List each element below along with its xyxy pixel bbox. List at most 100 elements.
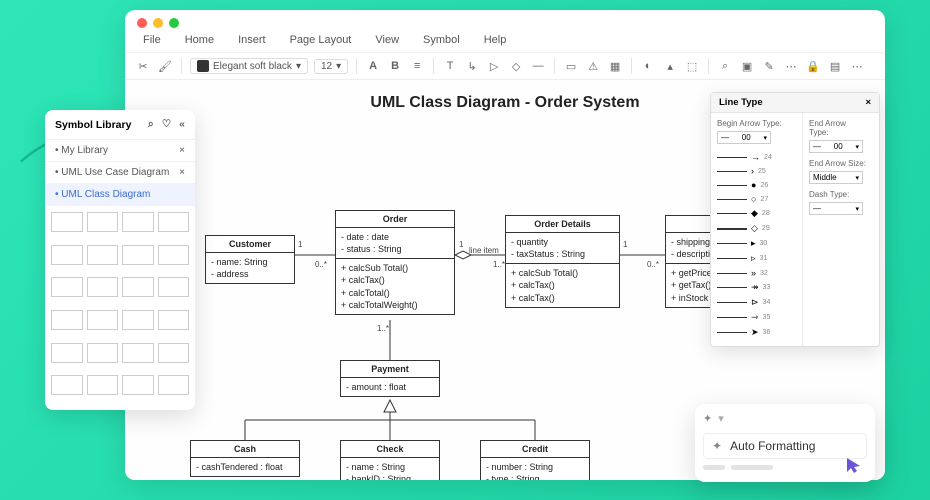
arrow-style-option[interactable]: ●26: [717, 178, 796, 192]
image-tool-icon[interactable]: ▭: [563, 60, 579, 73]
cut-icon[interactable]: ✂: [135, 60, 151, 73]
library-item-uml-class[interactable]: • UML Class Diagram: [45, 184, 195, 206]
library-item-my-library[interactable]: • My Library ×: [45, 140, 195, 162]
bold-icon[interactable]: B: [387, 60, 403, 72]
arrow-style-option[interactable]: ⊳34: [717, 295, 796, 310]
end-arrow-size-label: End Arrow Size:: [809, 159, 867, 168]
window-controls: [125, 10, 885, 32]
connector-tool-icon[interactable]: ↳: [464, 60, 480, 73]
close-window-button[interactable]: [137, 18, 147, 28]
shape-thumbnail[interactable]: [158, 310, 190, 330]
arrow-style-option[interactable]: ↠33: [717, 280, 796, 295]
shape-thumbnail[interactable]: [122, 212, 154, 232]
shape-thumbnail[interactable]: [51, 375, 83, 395]
menu-home[interactable]: Home: [185, 34, 214, 46]
arrow-style-option[interactable]: ▹31: [717, 251, 796, 266]
uml-class-credit[interactable]: Credit - number : String - type : String…: [480, 440, 590, 480]
uml-class-check[interactable]: Check - name : String - bankID : String …: [340, 440, 440, 480]
search-icon[interactable]: ⌕: [148, 118, 154, 131]
shape-thumbnail[interactable]: [87, 375, 119, 395]
library-item-uml-use-case[interactable]: • UML Use Case Diagram ×: [45, 162, 195, 184]
skeleton-bars: [703, 465, 867, 470]
shape-thumbnail[interactable]: [158, 277, 190, 297]
theme-dropdown[interactable]: Elegant soft black ▾: [190, 58, 308, 74]
shape-thumbnail[interactable]: [87, 277, 119, 297]
menu-help[interactable]: Help: [484, 34, 507, 46]
menu-page-layout[interactable]: Page Layout: [290, 34, 352, 46]
end-arrow-size-dropdown[interactable]: Middle▾: [809, 171, 863, 184]
shape-thumbnail[interactable]: [122, 245, 154, 265]
format-painter-icon[interactable]: 🖌: [157, 60, 173, 73]
begin-arrow-dropdown[interactable]: —00▾: [717, 131, 771, 144]
shape-thumbnail[interactable]: [158, 212, 190, 232]
end-arrow-dropdown[interactable]: —00▾: [809, 140, 863, 153]
arrow-style-option[interactable]: ○27: [717, 192, 796, 206]
close-icon[interactable]: ×: [179, 145, 185, 156]
lock-icon[interactable]: 🔒: [805, 60, 821, 73]
arrow-style-option[interactable]: »32: [717, 266, 796, 280]
theme-label: Elegant soft black: [213, 61, 292, 72]
comment-icon[interactable]: ⚠: [585, 60, 601, 73]
shape-thumbnail[interactable]: [158, 245, 190, 265]
menu-insert[interactable]: Insert: [238, 34, 266, 46]
shape-thumbnail[interactable]: [51, 343, 83, 363]
pointer-tool-icon[interactable]: ▷: [486, 60, 502, 73]
align-icon[interactable]: ≡: [409, 60, 425, 72]
shape-thumbnail[interactable]: [122, 277, 154, 297]
auto-formatting-button[interactable]: ✦ Auto Formatting: [703, 433, 867, 459]
group-icon[interactable]: ▣: [739, 60, 755, 73]
line-tool-icon[interactable]: —: [530, 60, 546, 72]
arrow-style-option[interactable]: ▸30: [717, 236, 796, 251]
layers-icon[interactable]: ▤: [827, 60, 843, 73]
minimize-window-button[interactable]: [153, 18, 163, 28]
dash-type-dropdown[interactable]: —▾: [809, 202, 863, 215]
arrow-style-option[interactable]: ›25: [717, 164, 796, 178]
arrow-style-option[interactable]: ⇾35: [717, 310, 796, 325]
shape-thumbnail[interactable]: [122, 343, 154, 363]
shape-thumbnail[interactable]: [122, 375, 154, 395]
shape-thumbnail[interactable]: [51, 310, 83, 330]
dots-icon[interactable]: ⋯: [783, 60, 799, 73]
uml-class-payment[interactable]: Payment - amount : float: [340, 360, 440, 397]
caret-down-icon[interactable]: ▴: [662, 60, 678, 73]
menu-symbol[interactable]: Symbol: [423, 34, 460, 46]
more-icon[interactable]: ⋯: [849, 60, 865, 73]
pen-icon[interactable]: ✎: [761, 60, 777, 73]
shape-thumbnail[interactable]: [158, 375, 190, 395]
fill-icon[interactable]: ◐: [640, 60, 656, 72]
arrow-style-option[interactable]: ➤36: [717, 325, 796, 340]
close-icon[interactable]: ×: [179, 167, 185, 178]
text-tool-icon[interactable]: T: [442, 60, 458, 72]
heart-icon[interactable]: ♡: [162, 118, 171, 131]
shape-thumbnail[interactable]: [122, 310, 154, 330]
shape-thumbnail[interactable]: [51, 245, 83, 265]
arrow-style-option[interactable]: ◇29: [717, 221, 796, 236]
arrow-style-option[interactable]: ◆28: [717, 206, 796, 221]
shape-tool-icon[interactable]: ◇: [508, 60, 524, 73]
shape-thumbnail[interactable]: [87, 245, 119, 265]
shape-thumbnail[interactable]: [51, 277, 83, 297]
uml-class-customer[interactable]: Customer - name: String - address: [205, 235, 295, 284]
table-icon[interactable]: ▦: [607, 60, 623, 73]
shape-thumbnail[interactable]: [158, 343, 190, 363]
search-icon[interactable]: ⌕: [717, 60, 733, 73]
symbol-library-list: • My Library × • UML Use Case Diagram × …: [45, 139, 195, 206]
collapse-icon[interactable]: «: [179, 118, 185, 131]
shape-thumbnail[interactable]: [87, 310, 119, 330]
close-icon[interactable]: ×: [865, 97, 871, 108]
uml-class-order[interactable]: Order - date : date - status : String + …: [335, 210, 455, 315]
font-size-dropdown[interactable]: 12 ▾: [314, 59, 348, 74]
uml-class-cash[interactable]: Cash - cashTendered : float: [190, 440, 300, 477]
chevron-down-icon[interactable]: ▾: [718, 412, 724, 425]
crop-icon[interactable]: ⬚: [684, 60, 700, 73]
shape-thumbnail[interactable]: [51, 212, 83, 232]
shape-thumbnail[interactable]: [87, 212, 119, 232]
font-color-icon[interactable]: A: [365, 60, 381, 72]
multiplicity-label: 0..*: [315, 260, 327, 269]
menu-view[interactable]: View: [375, 34, 399, 46]
maximize-window-button[interactable]: [169, 18, 179, 28]
uml-class-order-details[interactable]: Order Details - quantity - taxStatus : S…: [505, 215, 620, 308]
arrow-style-option[interactable]: →24: [717, 150, 796, 164]
shape-thumbnail[interactable]: [87, 343, 119, 363]
menu-file[interactable]: File: [143, 34, 161, 46]
